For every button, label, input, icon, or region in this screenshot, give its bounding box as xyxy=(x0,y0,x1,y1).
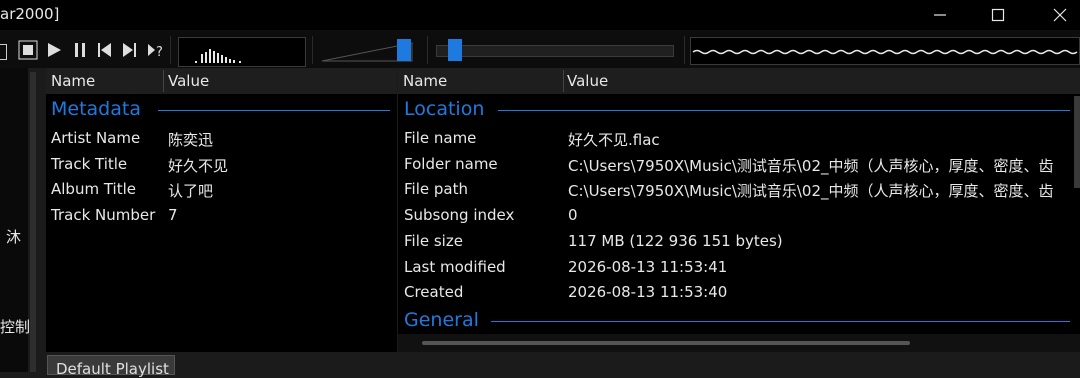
pause-button[interactable] xyxy=(70,40,90,60)
row-name[interactable]: File path xyxy=(404,180,468,198)
waveform-seekbar[interactable] xyxy=(690,37,1080,65)
maximize-icon xyxy=(991,8,1005,22)
random-button[interactable]: ? xyxy=(146,40,166,60)
row-value[interactable]: 好久不见 xyxy=(168,155,228,176)
row-name[interactable]: Folder name xyxy=(404,155,498,173)
toolbar-separator xyxy=(427,36,428,64)
row-value[interactable]: 2026-08-13 11:53:41 xyxy=(568,258,727,276)
column-value[interactable]: Value xyxy=(168,72,209,90)
toolbar-separator xyxy=(170,36,171,64)
row-value[interactable]: 2026-08-13 11:53:40 xyxy=(568,283,727,301)
sidebar-text: 沐 xyxy=(6,228,22,246)
play-button[interactable] xyxy=(44,40,64,60)
group-divider xyxy=(158,110,390,111)
group-metadata: Metadata xyxy=(51,98,141,120)
spectrum-visualizer xyxy=(178,37,306,67)
column-divider[interactable] xyxy=(563,70,564,92)
row-value[interactable]: 认了吧 xyxy=(168,180,213,201)
row-name[interactable]: Created xyxy=(404,283,463,301)
row-name[interactable]: Track Title xyxy=(51,155,127,173)
vertical-scrollbar[interactable] xyxy=(1074,96,1080,188)
sidebar-scrollbar[interactable] xyxy=(30,72,36,372)
svg-text:?: ? xyxy=(156,45,163,59)
group-divider xyxy=(498,110,1070,111)
group-location: Location xyxy=(404,98,485,120)
row-name[interactable]: File name xyxy=(404,129,476,147)
toolbar-separator xyxy=(684,36,685,64)
row-name[interactable]: Album Title xyxy=(51,180,136,198)
row-value[interactable]: C:\Users\7950X\Music\测试音乐\02_中频（人声核心，厚度、… xyxy=(568,155,1071,176)
waveform-line xyxy=(692,49,1078,55)
row-name[interactable]: Track Number xyxy=(51,206,155,224)
properties-header xyxy=(398,68,1080,94)
window-title: ar2000] xyxy=(0,5,60,23)
seek-track xyxy=(436,45,674,57)
partial-button-icon[interactable] xyxy=(0,44,7,60)
row-value[interactable]: 0 xyxy=(568,206,578,224)
row-value[interactable]: 陈奕迅 xyxy=(168,129,213,150)
previous-icon xyxy=(98,43,111,57)
row-value[interactable]: 好久不见.flac xyxy=(568,129,660,150)
pause-icon xyxy=(75,43,85,57)
tab-label: Default Playlist xyxy=(56,360,169,378)
play-icon xyxy=(48,43,61,57)
minimize-icon xyxy=(934,14,946,16)
volume-slider[interactable] xyxy=(320,37,420,63)
close-button[interactable] xyxy=(1037,0,1080,30)
row-name[interactable]: File size xyxy=(404,232,463,250)
horizontal-scrollbar[interactable] xyxy=(422,341,910,345)
previous-button[interactable] xyxy=(94,40,114,60)
row-name[interactable]: Subsong index xyxy=(404,206,514,224)
stop-button[interactable] xyxy=(18,40,38,60)
row-value[interactable]: 117 MB (122 936 151 bytes) xyxy=(568,232,783,250)
column-name[interactable]: Name xyxy=(51,72,95,90)
maximize-button[interactable] xyxy=(975,0,1021,30)
stop-icon xyxy=(18,40,38,60)
row-name[interactable]: Last modified xyxy=(404,258,506,276)
seek-bar[interactable] xyxy=(430,37,680,63)
minimize-button[interactable] xyxy=(917,0,963,30)
close-icon xyxy=(1053,8,1067,22)
column-divider[interactable] xyxy=(163,70,164,92)
tab-strip xyxy=(38,352,1080,372)
group-divider xyxy=(491,321,1070,322)
seek-thumb[interactable] xyxy=(448,39,462,61)
metadata-header xyxy=(46,68,397,94)
spectrum-bars xyxy=(195,49,241,63)
group-general: General xyxy=(404,309,479,331)
row-value[interactable]: C:\Users\7950X\Music\测试音乐\02_中频（人声核心，厚度、… xyxy=(568,180,1071,201)
random-icon: ? xyxy=(148,44,163,59)
next-icon xyxy=(123,43,136,57)
sidebar-text: 控制 xyxy=(0,318,31,336)
volume-thumb[interactable] xyxy=(397,39,411,61)
row-name[interactable]: Artist Name xyxy=(51,129,140,147)
toolbar-separator xyxy=(312,36,313,64)
column-name[interactable]: Name xyxy=(403,72,447,90)
column-value[interactable]: Value xyxy=(567,72,608,90)
next-button[interactable] xyxy=(120,40,140,60)
row-value[interactable]: 7 xyxy=(168,206,178,224)
